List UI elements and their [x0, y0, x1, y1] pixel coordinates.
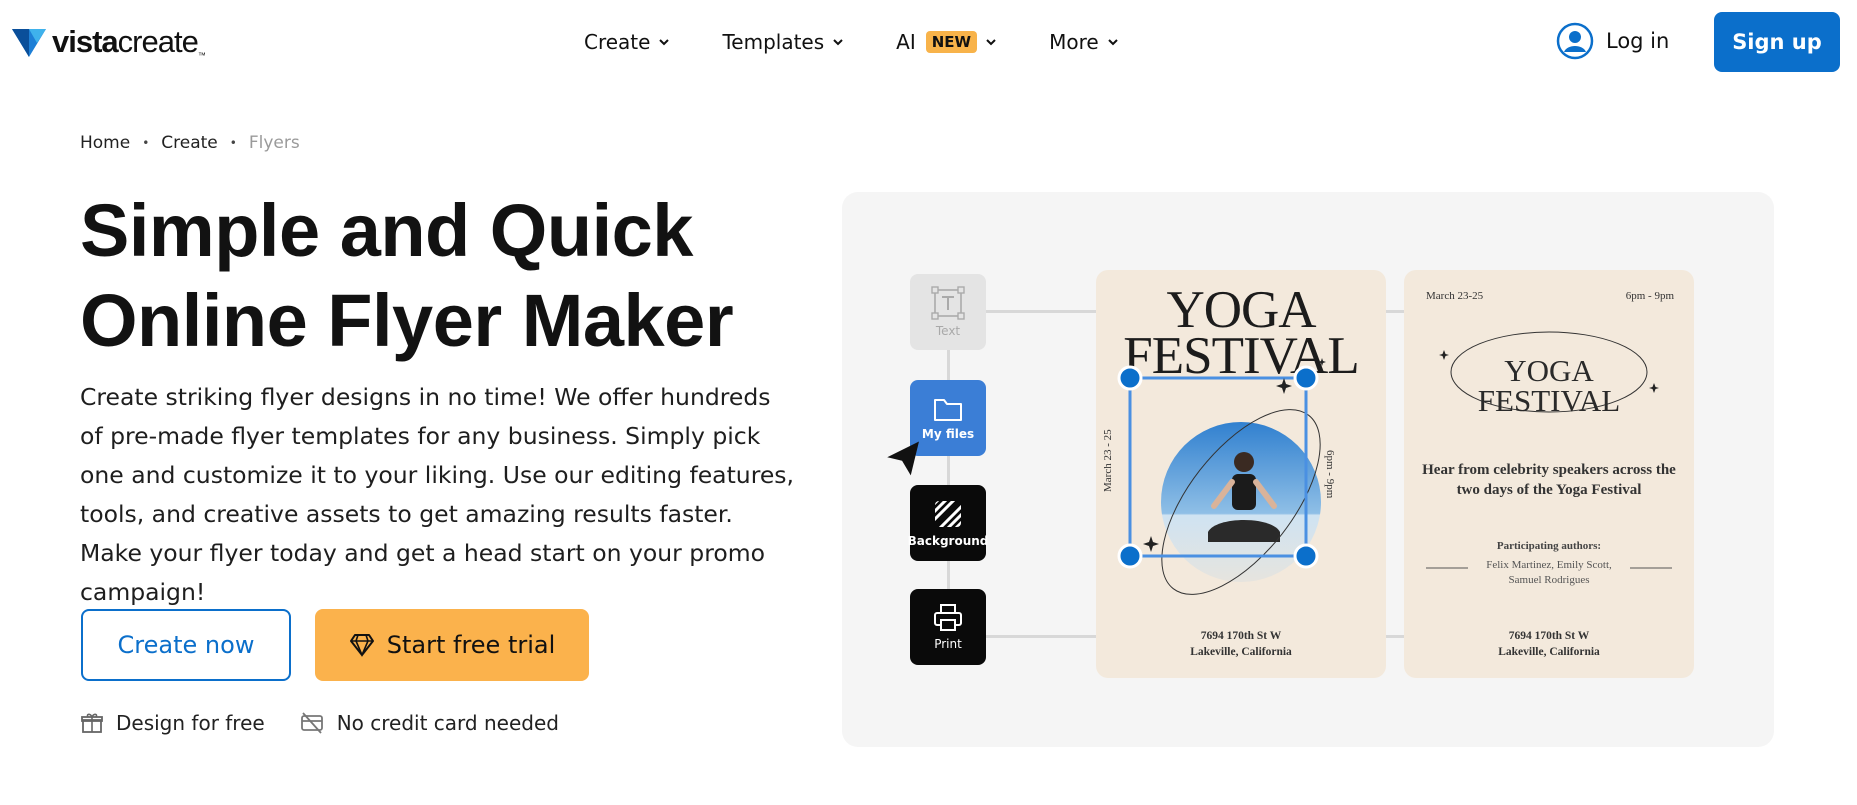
tool-print[interactable]: Print: [910, 589, 986, 665]
chevron-down-icon: [1107, 39, 1118, 46]
background-icon: [935, 501, 961, 527]
perks-list: Design for free No credit card needed: [80, 711, 559, 735]
perk-no-card: No credit card needed: [299, 711, 559, 735]
chevron-down-icon: [986, 39, 996, 46]
cursor-arrow-icon: [887, 441, 919, 476]
flyer1-photo-frame: [1117, 358, 1326, 595]
flyer-preview-1[interactable]: YOGA FESTIVAL March 23 - 25 6pm - 9pm 76…: [1096, 270, 1386, 678]
login-link[interactable]: Log in: [1556, 22, 1669, 60]
connector-line: [986, 310, 1098, 313]
nav-create[interactable]: Create: [584, 26, 670, 58]
tool-text[interactable]: Text: [910, 274, 986, 350]
text-icon: [931, 286, 965, 320]
gift-icon: [81, 713, 103, 733]
flyer-preview-2[interactable]: March 23-25 6pm - 9pm YOGA FESTIVAL Hear…: [1404, 270, 1694, 678]
page-title: Simple and Quick Online Flyer Maker: [80, 189, 734, 362]
flyer1-date: March 23 - 25: [1102, 429, 1114, 492]
connector-line: [986, 635, 1098, 638]
site-header: vistacreate™ Create Templates AI NEW Mor…: [0, 0, 1857, 84]
nav-more[interactable]: More: [1049, 26, 1119, 58]
flyer-editor-illustration: Text My files Background Print YOGA FEST…: [842, 192, 1774, 747]
connector-line: [1386, 310, 1406, 313]
connector-line: [1386, 635, 1406, 638]
flyer2-title: YOGA FESTIVAL: [1477, 353, 1621, 418]
folder-icon: [934, 399, 962, 421]
main-nav: Create Templates AI NEW More: [584, 26, 1171, 58]
user-avatar-icon: [1556, 22, 1594, 60]
flyer1-time: 6pm - 9pm: [1324, 450, 1336, 499]
flyer2-authors: Felix Martinez, Emily Scott, Samuel Rodr…: [1486, 559, 1612, 586]
logo-mark-icon: [12, 29, 46, 57]
diamond-icon: [349, 634, 374, 657]
no-credit-card-icon: [300, 712, 323, 734]
start-free-trial-button[interactable]: Start free trial: [315, 609, 589, 681]
nav-templates[interactable]: Templates: [722, 26, 844, 58]
flyer2-authors-label: Participating authors:: [1496, 540, 1602, 552]
breadcrumb-create[interactable]: Create: [161, 133, 218, 153]
perk-design-free: Design for free: [80, 711, 265, 735]
flyer2-address: 7694 170th St W Lakeville, California: [1498, 630, 1600, 658]
breadcrumb: Home • Create • Flyers: [80, 133, 300, 153]
breadcrumb-current: Flyers: [248, 133, 300, 153]
vistacreate-logo[interactable]: vistacreate™: [12, 24, 206, 60]
printer-icon: [934, 604, 962, 631]
tool-background[interactable]: Background: [908, 485, 988, 561]
chevron-down-icon: [833, 39, 843, 46]
hero-description: Create striking flyer designs in no time…: [80, 383, 795, 606]
nav-ai[interactable]: AI NEW: [896, 26, 997, 58]
signup-button[interactable]: Sign up: [1714, 12, 1840, 72]
flyer2-heading: Hear from celebrity speakers across the …: [1422, 462, 1676, 498]
chevron-down-icon: [659, 39, 670, 46]
new-badge: NEW: [925, 31, 978, 53]
tool-rail-line: [947, 312, 950, 632]
breadcrumb-home[interactable]: Home: [80, 133, 130, 153]
flyer1-address: 7694 170th St W Lakeville, California: [1190, 630, 1292, 658]
create-now-button[interactable]: Create now: [81, 609, 291, 681]
